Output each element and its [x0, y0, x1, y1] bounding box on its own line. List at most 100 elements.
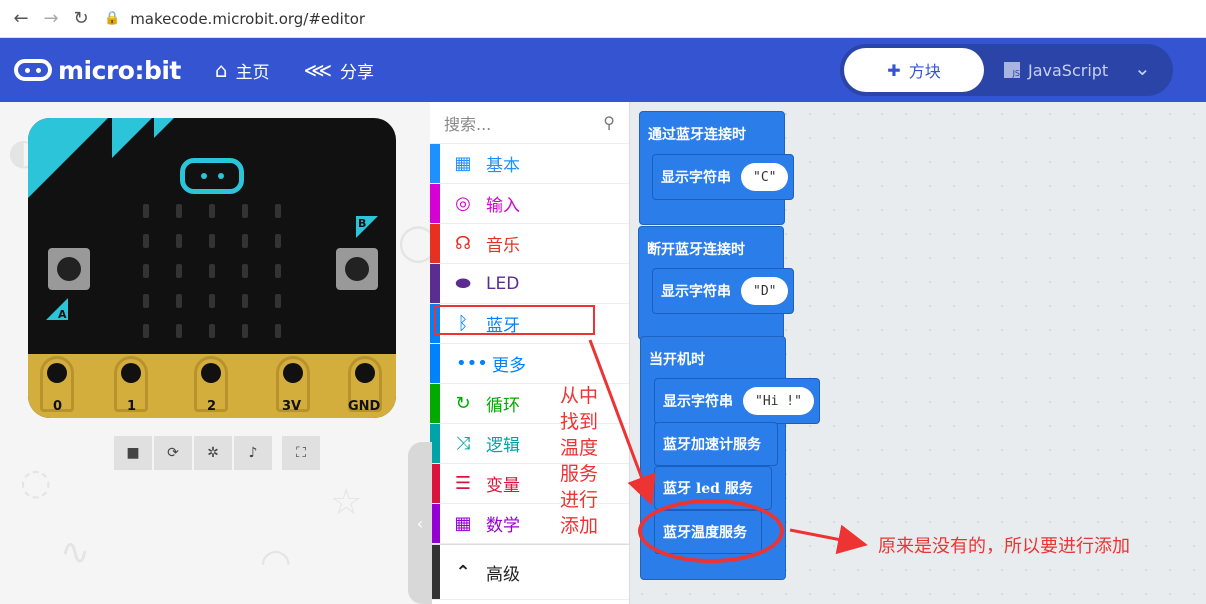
forward-icon[interactable]: → — [36, 4, 66, 34]
led — [209, 294, 215, 308]
button-a[interactable] — [48, 248, 90, 290]
string-value[interactable]: "C" — [741, 163, 789, 191]
led — [176, 204, 182, 218]
button-b[interactable] — [336, 248, 378, 290]
show-string-block[interactable]: 显示字符串 "C" — [652, 154, 794, 200]
simulator-controls: ■ ⟳ ✲ ♪ ⛶ — [114, 436, 322, 470]
address-bar[interactable]: 🔒 makecode.microbit.org/#editor — [104, 10, 365, 28]
category-variables[interactable]: ☰ 变量 — [430, 464, 629, 504]
led — [176, 294, 182, 308]
background-pattern: ◯ — [398, 222, 430, 263]
led — [275, 204, 281, 218]
js-icon: JS — [1004, 62, 1020, 78]
pin-label: 0 — [53, 399, 63, 414]
led — [275, 234, 281, 248]
led — [242, 294, 248, 308]
category-logic[interactable]: ⤨ 逻辑 — [430, 424, 629, 464]
toolbox: 搜索... ⚲ ▦ 基本 ◎ 输入 ☊ 音乐 ⬬ LED ᛒ 蓝牙 ••• 更多… — [430, 102, 630, 604]
led — [176, 324, 182, 338]
category-advanced[interactable]: ⌃ 高级 — [430, 544, 629, 600]
pin-label: 2 — [207, 399, 217, 414]
toolbox-search[interactable]: 搜索... ⚲ — [430, 102, 629, 144]
category-loops[interactable]: ↻ 循环 — [430, 384, 629, 424]
led — [275, 324, 281, 338]
led — [242, 324, 248, 338]
javascript-tab[interactable]: JS JavaScript — [1004, 48, 1108, 92]
search-icon[interactable]: ⚲ — [603, 113, 615, 132]
button-a-label: A — [58, 308, 67, 321]
led — [242, 204, 248, 218]
lock-icon: 🔒 — [104, 11, 121, 26]
blocks-tab[interactable]: ✚ 方块 — [844, 48, 984, 92]
logo-icon — [14, 59, 52, 81]
category-music[interactable]: ☊ 音乐 — [430, 224, 629, 264]
reload-icon[interactable]: ↻ — [66, 4, 96, 34]
highlight-ellipse — [638, 499, 784, 563]
category-basic[interactable]: ▦ 基本 — [430, 144, 629, 184]
led — [143, 204, 149, 218]
calculator-icon: ▦ — [454, 513, 472, 534]
restart-icon[interactable]: ⟳ — [154, 436, 192, 470]
led — [275, 294, 281, 308]
headphones-icon: ☊ — [455, 233, 471, 254]
category-more[interactable]: ••• 更多 — [430, 344, 629, 384]
led — [275, 264, 281, 278]
annotation-note: 原来是没有的，所以要进行添加 — [878, 536, 1130, 557]
collapse-simulator-tab[interactable]: ‹ — [408, 442, 432, 604]
string-value[interactable]: "Hi !" — [743, 387, 814, 415]
grid-icon: ▦ — [454, 153, 472, 174]
button-b-label: B — [358, 217, 367, 230]
editor-mode-toggle: ✚ 方块 JS JavaScript ⌄ — [840, 44, 1173, 96]
background-pattern: ◠ — [260, 542, 292, 583]
led — [143, 324, 149, 338]
pin-label: 1 — [127, 399, 137, 414]
home-button[interactable]: ⌂ 主页 — [215, 58, 270, 83]
category-math[interactable]: ▦ 数学 — [430, 504, 629, 544]
lines-icon: ☰ — [454, 473, 472, 494]
browser-toolbar: ← → ↻ 🔒 makecode.microbit.org/#editor — [0, 0, 1206, 38]
category-led[interactable]: ⬬ LED — [430, 264, 629, 304]
share-button[interactable]: ⋘ 分享 — [304, 58, 374, 83]
led — [143, 264, 149, 278]
board-logo[interactable] — [180, 158, 244, 194]
show-string-block[interactable]: 显示字符串 "Hi !" — [654, 378, 820, 424]
led — [209, 234, 215, 248]
led — [209, 324, 215, 338]
board-corner — [28, 118, 108, 198]
shuffle-icon: ⤨ — [455, 433, 471, 454]
led — [176, 264, 182, 278]
chevron-left-icon: ‹ — [416, 513, 424, 533]
debug-icon[interactable]: ✲ — [194, 436, 232, 470]
category-input[interactable]: ◎ 输入 — [430, 184, 629, 224]
mute-icon[interactable]: ♪ — [234, 436, 272, 470]
annotation-find-text: 从中 找到 温度 服务 进行 添加 — [560, 385, 599, 537]
background-pattern: ∿ — [60, 532, 91, 573]
stop-icon[interactable]: ■ — [114, 436, 152, 470]
led — [209, 264, 215, 278]
string-value[interactable]: "D" — [741, 277, 789, 305]
puzzle-icon: ✚ — [887, 60, 901, 80]
led — [143, 294, 149, 308]
pin-label: 3V — [282, 399, 302, 414]
share-icon: ⋘ — [303, 58, 333, 82]
bluetooth-accelerometer-service-block[interactable]: 蓝牙加速计服务 — [654, 422, 778, 466]
simulator-panel: ◐ ◯ ◌ ☆ ∿ ◠ A B 0 1 2 3V GND ■ ⟳ ✲ ♪ ⛶ — [0, 102, 430, 604]
background-pattern: ◌ — [20, 462, 52, 503]
url-text: makecode.microbit.org/#editor — [130, 9, 366, 28]
led — [242, 234, 248, 248]
search-input[interactable]: 搜索... — [444, 111, 491, 135]
back-icon[interactable]: ← — [6, 4, 36, 34]
pin-label: GND — [348, 399, 381, 414]
app-header: micro:bit ⌂ 主页 ⋘ 分享 ✚ 方块 JS JavaScript ⌄ — [0, 38, 1206, 102]
chevron-down-icon[interactable]: ⌄ — [1134, 56, 1151, 80]
board-corner — [154, 118, 174, 138]
microbit-board: A B 0 1 2 3V GND — [28, 118, 396, 418]
toggle-icon: ⬬ — [455, 273, 471, 294]
show-string-block[interactable]: 显示字符串 "D" — [652, 268, 794, 314]
fullscreen-icon[interactable]: ⛶ — [282, 436, 320, 470]
highlight-box — [434, 305, 595, 335]
led — [242, 264, 248, 278]
chevron-up-icon: ⌃ — [455, 561, 471, 583]
loop-icon: ↻ — [455, 393, 471, 414]
microbit-logo[interactable]: micro:bit — [14, 56, 181, 85]
